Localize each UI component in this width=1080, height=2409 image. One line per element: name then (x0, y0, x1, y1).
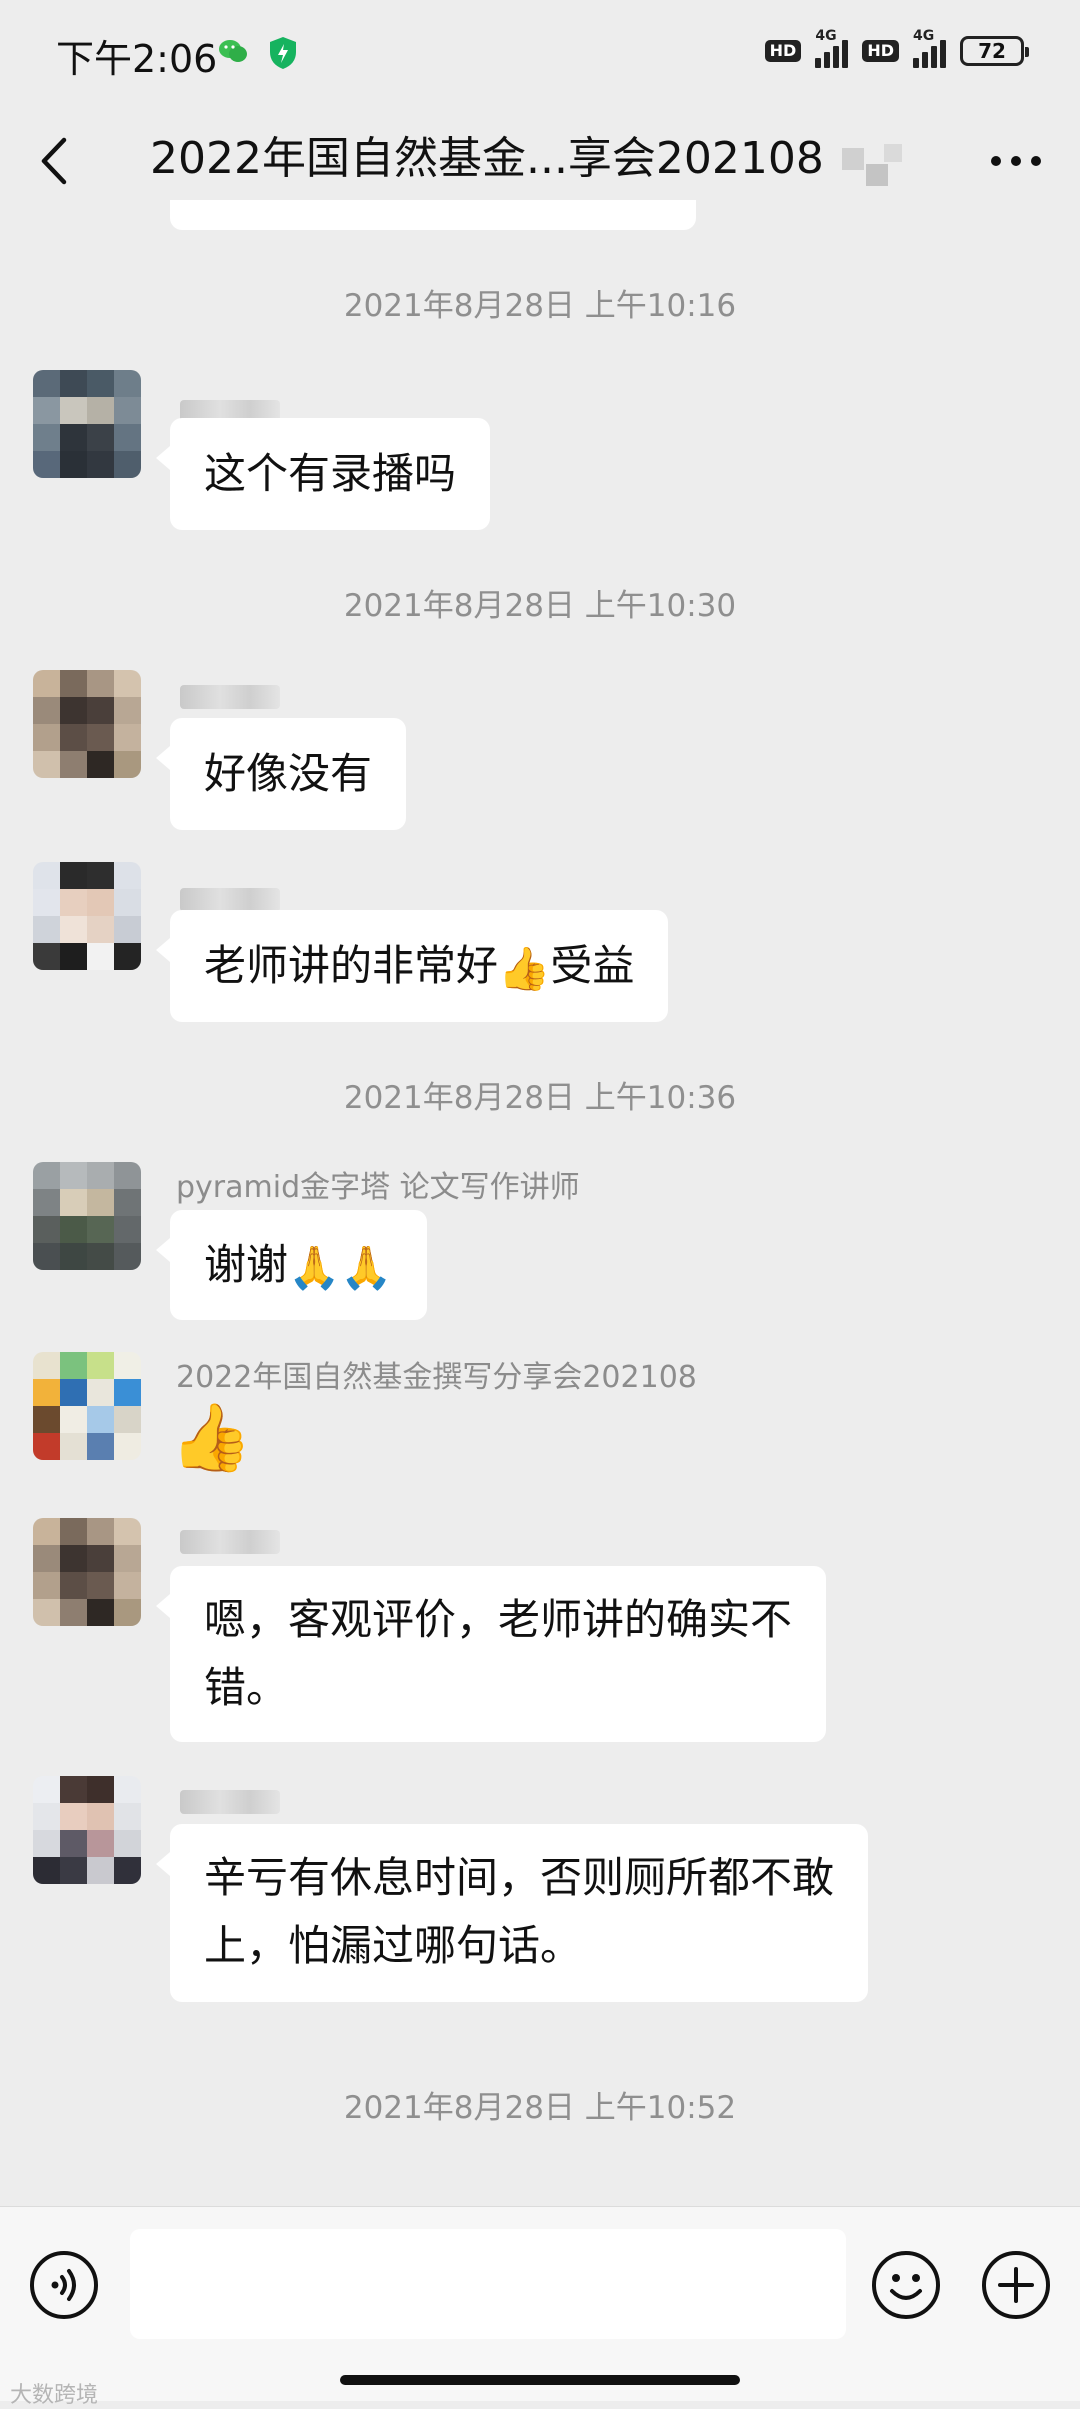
timestamp: 2021年8月28日 上午10:52 (343, 2090, 737, 2126)
nickname-blurred (180, 685, 280, 709)
blurred-count (832, 138, 912, 188)
message-bubble[interactable]: 好像没有 (155, 718, 407, 830)
chat-title: 2022年国自然基金...享会202108) (150, 133, 910, 184)
folded-hands-emoji: 🙏🙏 (288, 1242, 393, 1292)
thumbs-up-emoji: 👍 (498, 943, 551, 993)
emoji-icon[interactable] (870, 2249, 942, 2321)
nickname-blurred (180, 888, 280, 912)
status-icons: HD 4G HD 4G 72 (764, 28, 1029, 68)
hd-badge: HD (764, 40, 802, 62)
message-text: 好像没有 (204, 749, 373, 798)
avatar[interactable] (33, 1776, 141, 1884)
message-text-line: 上，怕漏过哪句话。 (204, 1921, 583, 1970)
avatar[interactable] (33, 1518, 141, 1626)
shield-icon (270, 37, 296, 69)
status-bar: 下午2:06 HD 4G HD 4G 72 (0, 0, 1080, 106)
home-indicator[interactable] (340, 2375, 740, 2385)
message-text-line: 辛亏有休息时间，否则厕所都不敢 (204, 1853, 835, 1902)
watermark: 大数跨境 (10, 2383, 99, 2408)
plus-icon[interactable] (980, 2249, 1052, 2321)
voice-icon[interactable] (28, 2249, 100, 2321)
timestamp: 2021年8月28日 上午10:16 (343, 288, 737, 324)
previous-message-bubble[interactable] (170, 200, 696, 230)
message-bubble[interactable]: 辛亏有休息时间，否则厕所都不敢 上，怕漏过哪句话。 (155, 1824, 869, 2002)
timestamp: 2021年8月28日 上午10:36 (343, 1080, 737, 1116)
more-dots-icon[interactable] (988, 146, 1044, 176)
message-bubble[interactable]: 嗯，客观评价，老师讲的确实不 错。 (155, 1566, 827, 1742)
avatar[interactable] (33, 862, 141, 970)
signal-icon-2: 4G (913, 28, 946, 68)
message-text-line: 嗯，客观评价，老师讲的确实不 (204, 1595, 793, 1644)
message-bubble[interactable]: 老师讲的非常好👍受益 (155, 910, 669, 1022)
message-text: 老师讲的非常好 (204, 941, 499, 990)
status-time: 下午2:06 (56, 37, 218, 81)
avatar[interactable] (33, 670, 141, 778)
signal-icon: 4G (815, 28, 849, 68)
thumbs-up-sticker[interactable]: 👍 (170, 1398, 252, 1478)
hd-badge-2: HD (862, 40, 899, 62)
battery-icon: 72 (960, 36, 1029, 66)
message-bubble[interactable]: 谢谢🙏🙏 (156, 1210, 427, 1320)
avatar[interactable] (33, 370, 141, 478)
sender-nickname: pyramid金字塔 论文写作讲师 (176, 1170, 580, 1205)
message-text-line: 错。 (204, 1663, 289, 1712)
group-avatar[interactable] (33, 1352, 141, 1460)
chevron-left-icon[interactable] (30, 126, 80, 196)
wechat-icon (219, 40, 247, 62)
nickname-blurred (180, 1530, 280, 1554)
message-text: 谢谢 (204, 1240, 289, 1289)
message-text: 受益 (550, 941, 635, 990)
sender-nickname: 2022年国自然基金撰写分享会202108 (176, 1360, 697, 1395)
message-input[interactable] (130, 2229, 846, 2339)
nickname-blurred (180, 1790, 280, 1814)
battery-level: 72 (978, 39, 1006, 63)
message-text: 这个有录播吗 (204, 449, 457, 498)
avatar[interactable] (33, 1162, 141, 1270)
timestamp: 2021年8月28日 上午10:30 (343, 588, 737, 624)
message-bubble[interactable]: 这个有录播吗 (155, 418, 491, 530)
input-bar: 大数跨境 (0, 2206, 1080, 2408)
